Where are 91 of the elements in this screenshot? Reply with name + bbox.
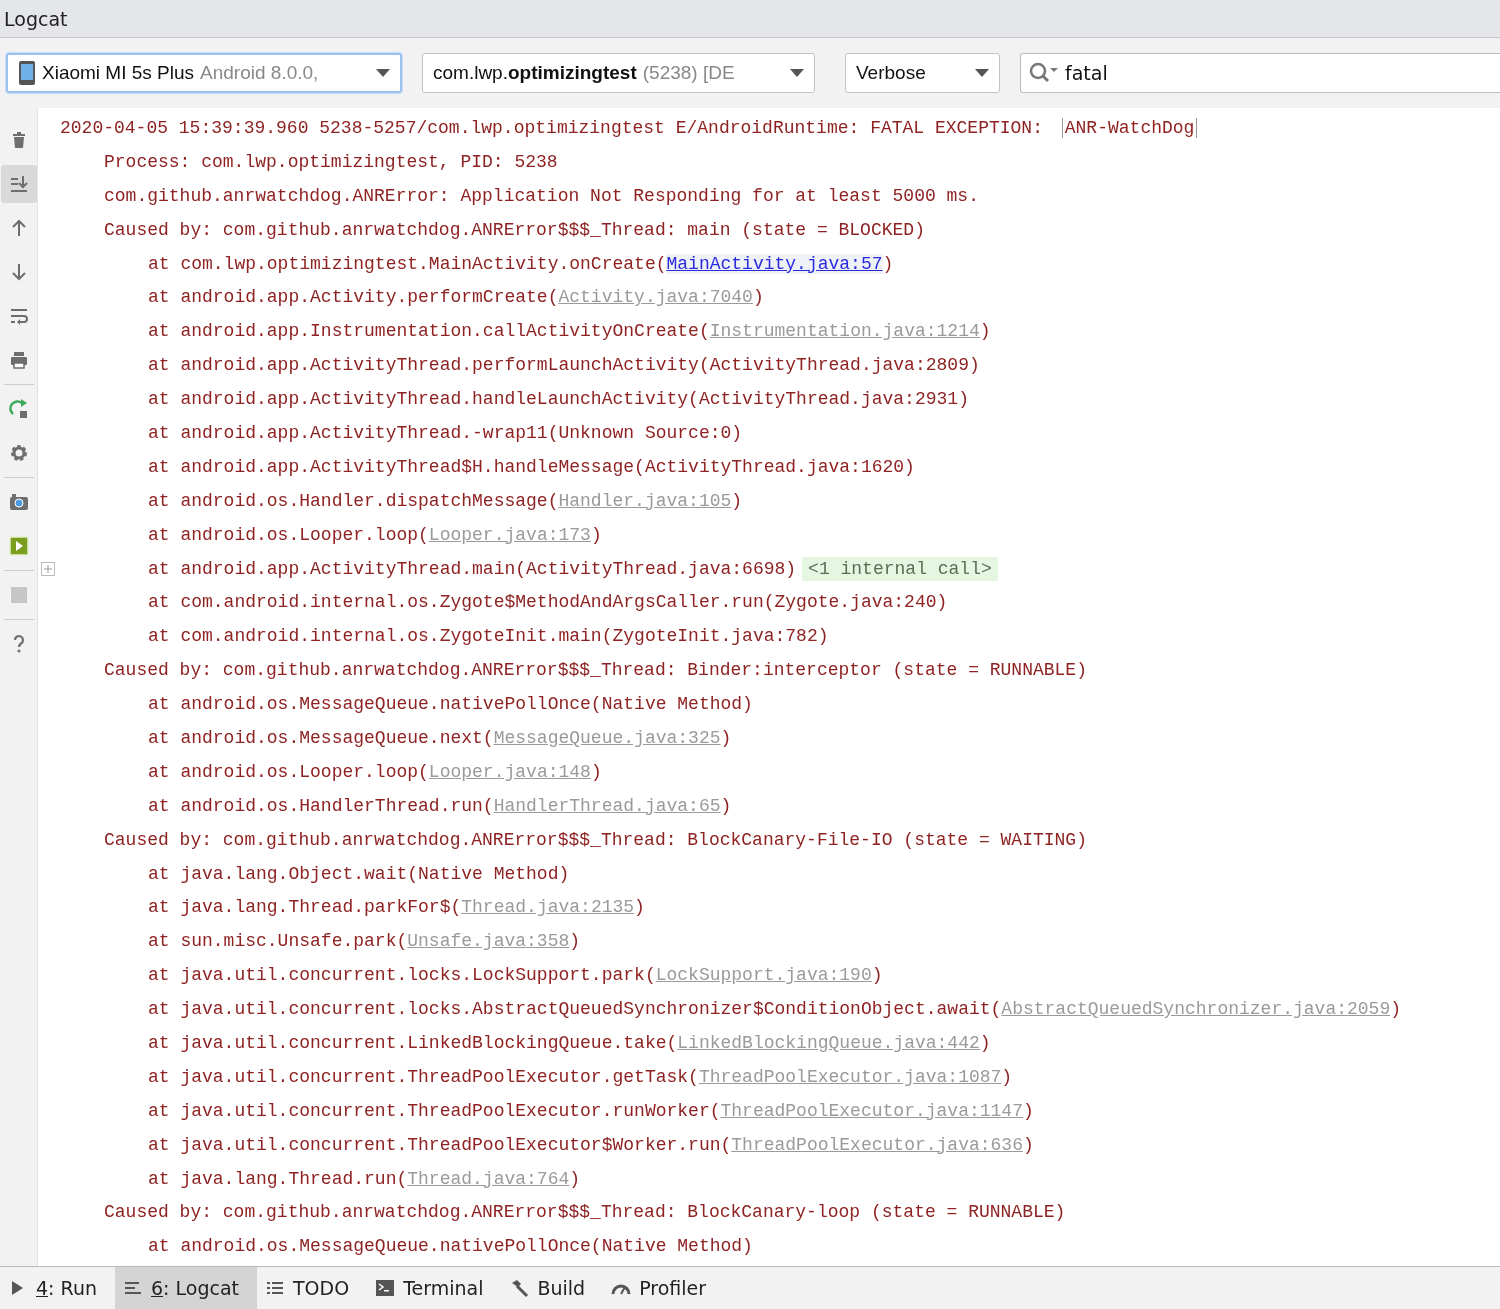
log-text: ) <box>882 253 894 274</box>
log-text: at android.os.MessageQueue.next( <box>148 727 494 748</box>
tool-window-tab[interactable]: Terminal <box>367 1267 502 1309</box>
log-text: ) <box>569 931 581 952</box>
log-text: at android.os.MessageQueue.nativePollOnce(Native Method) <box>148 1236 753 1257</box>
tool-window-tab[interactable]: Build <box>501 1267 604 1309</box>
source-link[interactable]: Instrumentation.java:1214 <box>709 321 980 342</box>
log-text: ) <box>731 490 743 511</box>
log-text: Caused by: com.github.anrwatchdog.ANRError$$$_Thread: main (state = BLOCKED) <box>104 219 925 240</box>
log-text: at android.os.HandlerThread.run( <box>148 795 494 816</box>
log-text: ) <box>569 1168 581 1189</box>
tool-window-tab[interactable]: 6: Logcat <box>114 1267 257 1309</box>
source-link[interactable]: ThreadPoolExecutor.java:1147 <box>720 1100 1023 1121</box>
log-text: Caused by: com.github.anrwatchdog.ANRError$$$_Thread: Binder:interceptor (state = RUNNABLE) <box>104 660 1087 681</box>
log-text: at java.util.concurrent.ThreadPoolExecutor.runWorker( <box>148 1100 721 1121</box>
log-text: ) <box>1001 1066 1013 1087</box>
log-text: at java.util.concurrent.locks.AbstractQueuedSynchronizer$ConditionObject.await( <box>148 999 1002 1020</box>
log-text: at java.util.concurrent.ThreadPoolExecutor.getTask( <box>148 1066 699 1087</box>
source-link[interactable]: AbstractQueuedSynchronizer.java:2059 <box>1001 999 1391 1020</box>
source-link[interactable]: LockSupport.java:190 <box>655 965 872 986</box>
log-text: Caused by: com.github.anrwatchdog.ANRError$$$_Thread: BlockCanary-File-IO (state = WAITING) <box>104 829 1087 850</box>
phone-icon <box>18 60 36 86</box>
log-text: ) <box>871 965 883 986</box>
log-text: ) <box>1022 1134 1034 1155</box>
log-text: at com.android.internal.os.ZygoteInit.main(ZygoteInit.java:782) <box>148 626 829 647</box>
log-text: at android.app.ActivityThread.main(ActivityThread.java:6698) <box>148 558 797 579</box>
log-text: at java.util.concurrent.locks.LockSupport.park( <box>148 965 656 986</box>
log-text: ) <box>720 795 732 816</box>
process-dropdown[interactable]: com.lwp.optimizingtest (5238) [DE <box>422 53 815 93</box>
log-text: at android.app.ActivityThread$H.handleMessage(ActivityThread.java:1620) <box>148 456 915 477</box>
log-text: at android.os.Looper.loop( <box>148 761 429 782</box>
log-text: at android.os.Handler.dispatchMessage( <box>148 490 559 511</box>
caret-icon <box>975 68 989 78</box>
source-link[interactable]: HandlerThread.java:65 <box>493 795 721 816</box>
log-text: at android.app.ActivityThread.performLaunchActivity(ActivityThread.java:2809) <box>148 355 980 376</box>
log-text: at android.app.ActivityThread.-wrap11(Unknown Source:0) <box>148 422 743 443</box>
log-text: at android.os.Looper.loop( <box>148 524 429 545</box>
caret-icon <box>790 68 804 78</box>
terminal-icon <box>375 1278 396 1298</box>
log-text: ) <box>979 321 991 342</box>
tool-window-tab[interactable]: TODO <box>257 1267 368 1309</box>
source-link[interactable]: Looper.java:148 <box>428 761 591 782</box>
source-link[interactable]: LinkedBlockingQueue.java:442 <box>677 1033 980 1053</box>
log-text: at java.lang.Thread.parkFor$( <box>148 897 462 918</box>
search-field[interactable]: fatal <box>1020 53 1500 93</box>
log-level-dropdown[interactable]: Verbose <box>845 53 1000 93</box>
log-text: at android.app.Instrumentation.callActivityOnCreate( <box>148 321 710 342</box>
source-link[interactable]: Thread.java:2135 <box>461 897 635 918</box>
camera-icon <box>7 491 30 513</box>
log-text: ) <box>634 897 645 918</box>
restart-icon <box>7 398 30 420</box>
source-link[interactable]: Activity.java:7040 <box>558 287 753 308</box>
source-link[interactable]: Unsafe.java:358 <box>407 931 570 952</box>
internal-call-note[interactable]: <1 internal call> <box>802 556 998 581</box>
log-tag: ANR-WatchDog <box>1061 117 1198 138</box>
log-text: at java.util.concurrent.ThreadPoolExecutor$Worker.run( <box>148 1134 732 1155</box>
device-dropdown[interactable]: Xiaomi MI 5s Plus Android 8.0.0, <box>6 53 402 93</box>
log-text: at sun.misc.Unsafe.park( <box>148 931 408 952</box>
panel-title: Logcat <box>4 7 68 30</box>
source-link[interactable]: MainActivity.java:57 <box>666 253 883 274</box>
log-text: ) <box>752 287 764 308</box>
log-text: ) <box>590 524 602 545</box>
source-link[interactable]: ThreadPoolExecutor.java:1087 <box>698 1066 1002 1087</box>
log-text: ) <box>590 761 602 782</box>
play-icon <box>7 535 30 557</box>
tool-window-tab[interactable]: 4: Run <box>0 1267 115 1309</box>
source-link[interactable]: MessageQueue.java:325 <box>493 727 721 748</box>
log-text: Caused by: com.github.anrwatchdog.ANRError$$$_Thread: BlockCanary-loop (state = RUNNABLE) <box>104 1202 1066 1223</box>
tool-window-tab[interactable]: Profiler <box>603 1267 725 1309</box>
log-text: Process: com.lwp.optimizingtest, PID: 5238 <box>104 151 558 172</box>
caret-icon <box>376 68 390 78</box>
log-text: at com.android.internal.os.Zygote$MethodAndArgsCaller.run(Zygote.java:240) <box>148 592 948 613</box>
log-text: at java.util.concurrent.LinkedBlockingQueue.take( <box>148 1033 678 1053</box>
source-link[interactable]: Handler.java:105 <box>558 490 732 511</box>
source-link[interactable]: ThreadPoolExecutor.java:636 <box>731 1134 1023 1155</box>
log-text: ) <box>1022 1100 1034 1121</box>
source-link[interactable]: Thread.java:764 <box>407 1168 570 1189</box>
log-text: ) <box>720 727 732 748</box>
log-text: at android.app.ActivityThread.handleLaunchActivity(ActivityThread.java:2931) <box>148 389 969 410</box>
log-text: at java.lang.Thread.run( <box>148 1168 408 1189</box>
log-text: 2020-04-05 15:39:39.960 5238-5257/com.lwp.optimizingtest E/AndroidRuntime: FATAL EXCEPTION: <box>60 117 1044 138</box>
log-text: ) <box>1390 999 1402 1020</box>
log-text: at com.lwp.optimizingtest.MainActivity.onCreate( <box>148 253 667 274</box>
toolbar-button[interactable] <box>0 165 37 203</box>
log-text: at android.os.MessageQueue.nativePollOnce(Native Method) <box>148 694 753 715</box>
search-icon <box>1028 61 1060 85</box>
log-text: at java.lang.Object.wait(Native Method) <box>148 863 570 884</box>
log-text: com.github.anrwatchdog.ANRError: Application Not Responding for at least 5000 ms. <box>104 185 979 206</box>
source-link[interactable]: Looper.java:173 <box>428 524 591 545</box>
log-text: at android.app.Activity.performCreate( <box>148 287 559 308</box>
log-text: ) <box>979 1033 991 1053</box>
